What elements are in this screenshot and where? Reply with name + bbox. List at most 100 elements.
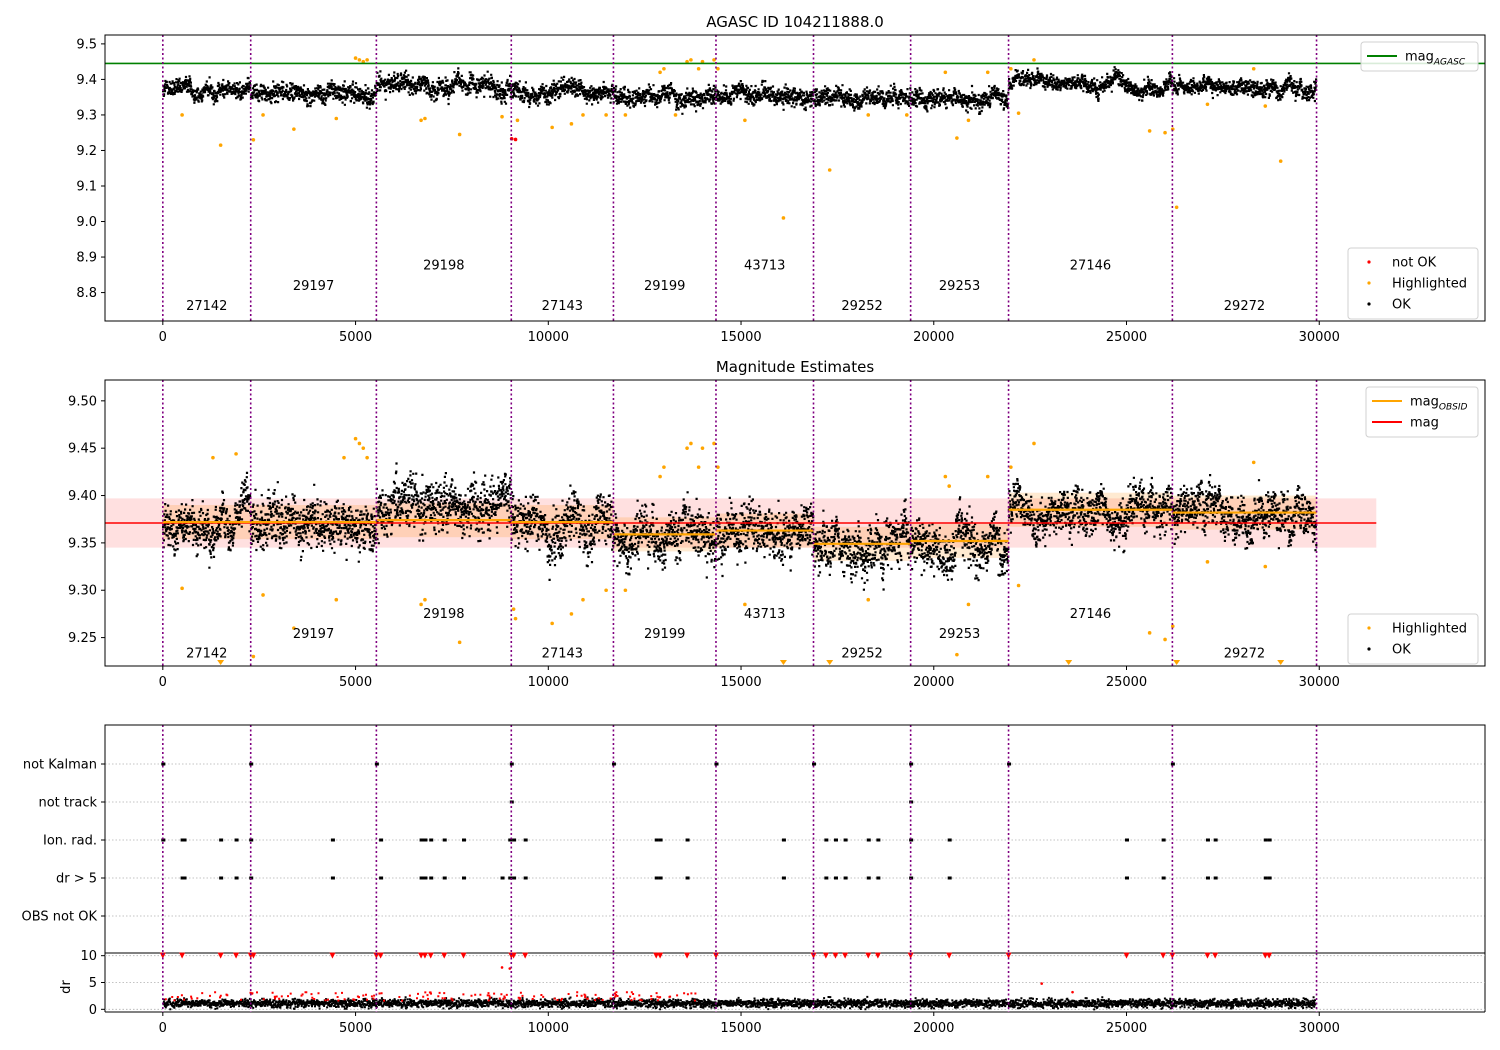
highlighted-point: [513, 616, 518, 621]
y-tick-label: 9.45: [68, 442, 97, 457]
highlighted-point: [581, 597, 585, 602]
flag-point: [658, 876, 663, 880]
obsid-label: 27143: [542, 299, 583, 314]
highlighted-point: [500, 114, 504, 119]
x-tick-label: 20000: [913, 675, 954, 690]
flag-point: [512, 838, 517, 842]
highlighted-point: [623, 588, 628, 593]
x-tick-label: 10000: [528, 675, 569, 690]
highlighted-point: [419, 118, 423, 123]
highlighted-point: [685, 446, 689, 450]
highlighted-point: [261, 113, 265, 117]
highlighted-point: [700, 446, 705, 450]
highlighted-point: [604, 588, 608, 593]
highlighted-point: [658, 70, 662, 75]
highlighted-point: [866, 597, 871, 602]
x-tick-label: 5000: [339, 675, 372, 690]
flag-point: [330, 838, 335, 842]
flag-point: [1125, 876, 1130, 880]
legend-dot-swatch: [1367, 260, 1371, 264]
legend-label: not OK: [1392, 256, 1437, 271]
flag-point: [330, 876, 335, 880]
legend-top-right: magOBSIDmag: [1365, 386, 1479, 438]
x-tick-label: 15000: [720, 675, 761, 690]
obsid-label: 27146: [1070, 259, 1111, 274]
flag-point: [429, 838, 434, 842]
highlighted-point: [623, 113, 628, 117]
x-tick-label: 25000: [1106, 1021, 1147, 1036]
highlighted-point: [353, 56, 358, 60]
legend-bottom-right: Highlighted OK: [1347, 613, 1479, 665]
flag-point: [843, 838, 848, 842]
highlighted-point: [743, 602, 747, 607]
highlighted-point: [292, 127, 296, 131]
highlighted-point: [904, 113, 909, 117]
x-tick-label: 30000: [1299, 330, 1340, 345]
flag-point: [866, 838, 871, 842]
highlighted-point: [569, 612, 574, 616]
x-tick-label: 5000: [339, 1021, 372, 1036]
highlighted-point: [342, 455, 346, 460]
highlighted-point: [781, 216, 786, 220]
y-tick-label: 9.40: [68, 489, 97, 504]
y-tick-label: 8.8: [76, 286, 97, 301]
figure: 27142 29197 29198 27143 29199 43713 29252 29253…: [0, 0, 1500, 1050]
highlighted-point: [511, 607, 516, 611]
obsid-label: 29253: [939, 279, 980, 294]
highlighted-point: [955, 136, 959, 140]
highlighted-point: [1147, 631, 1152, 635]
flag-point: [824, 876, 829, 880]
legend-label: OK: [1392, 643, 1411, 658]
flag-category-label: not Kalman: [23, 758, 97, 773]
highlighted-point: [1163, 637, 1167, 642]
legend-dot-swatch: [1367, 281, 1371, 285]
flag-point: [461, 876, 466, 880]
flag-point: [1263, 838, 1268, 842]
y-tick-label: 9.2: [76, 144, 97, 159]
flag-point: [429, 876, 434, 880]
flag-point: [1125, 838, 1130, 842]
highlighted-point: [1278, 159, 1283, 163]
highlighted-point: [251, 138, 256, 142]
x-tick-label: 20000: [913, 330, 954, 345]
highlighted-point: [696, 66, 701, 71]
dr-flagged-point: [500, 966, 504, 969]
highlighted-point: [1032, 58, 1036, 62]
obsid-label: 43713: [744, 607, 785, 622]
x-tick-label: 25000: [1106, 675, 1147, 690]
highlighted-point: [1032, 441, 1036, 446]
y-tick-label: 9.30: [68, 584, 97, 599]
flag-point: [781, 838, 786, 842]
dr-flagged-point: [1040, 982, 1044, 985]
highlighted-point: [419, 602, 423, 607]
highlighted-point: [966, 118, 971, 123]
flag-point: [512, 876, 517, 880]
flag-point: [1267, 838, 1272, 842]
obsid-label: 29272: [1224, 647, 1265, 662]
flag-point: [685, 876, 690, 880]
flag-point: [423, 838, 428, 842]
flag-point: [685, 838, 690, 842]
flag-point: [219, 876, 224, 880]
x-tick-label: 5000: [339, 330, 372, 345]
legend-dot-swatch: [1367, 647, 1371, 651]
highlighted-point: [180, 586, 184, 591]
flag-point: [658, 838, 663, 842]
highlighted-point: [357, 58, 362, 62]
obsid-label: 29252: [841, 299, 882, 314]
flag-point: [182, 876, 187, 880]
highlighted-point: [955, 652, 959, 657]
highlighted-point: [423, 116, 427, 121]
flag-point: [876, 838, 881, 842]
legend-label: OK: [1392, 298, 1411, 313]
x-tick-label: 25000: [1106, 330, 1147, 345]
highlighted-point: [658, 474, 662, 479]
highlighted-point: [696, 465, 701, 469]
highlighted-point: [866, 113, 871, 117]
flag-point: [1205, 838, 1210, 842]
highlighted-point: [947, 484, 951, 488]
flag-point: [419, 876, 424, 880]
flag-point: [1161, 876, 1166, 880]
highlighted-point: [985, 70, 990, 75]
highlighted-point: [1009, 465, 1013, 469]
